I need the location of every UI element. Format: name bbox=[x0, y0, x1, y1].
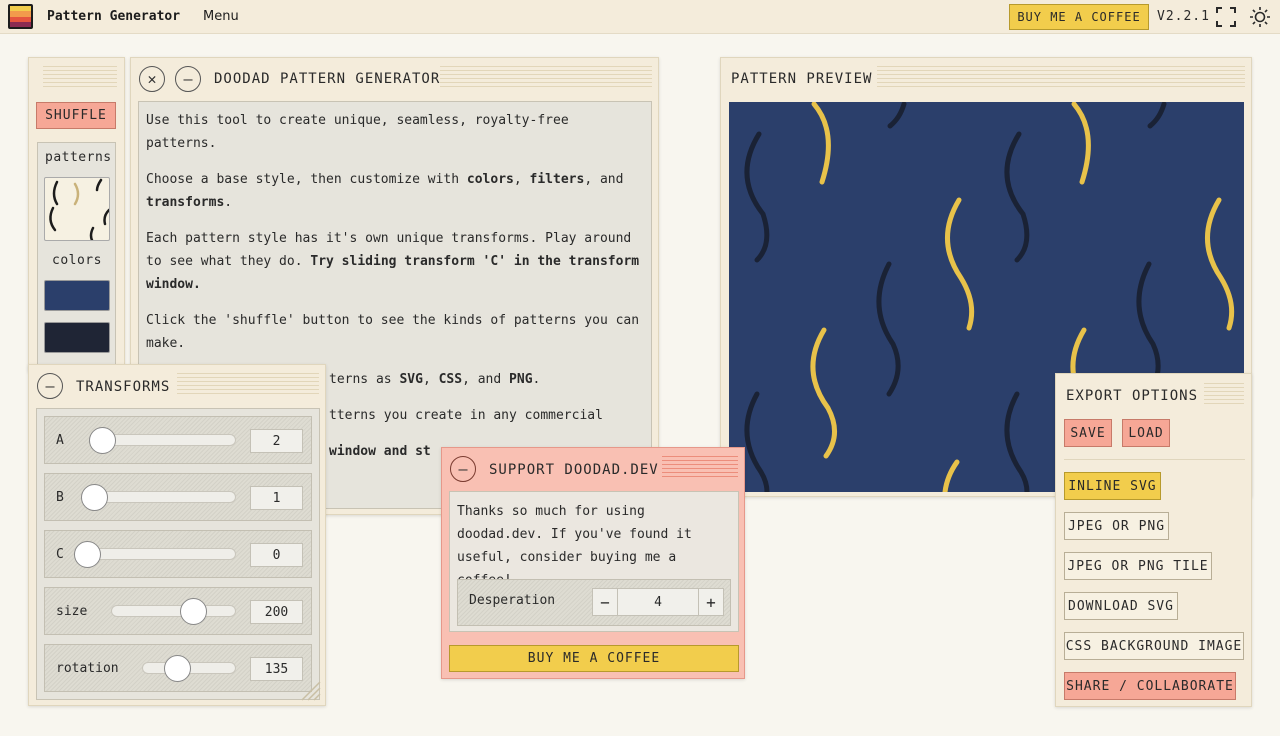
slider-thumb[interactable] bbox=[81, 484, 108, 511]
shuffle-button[interactable]: SHUFFLE bbox=[36, 102, 116, 129]
divider bbox=[1064, 459, 1245, 460]
load-button[interactable]: LOAD bbox=[1122, 419, 1170, 447]
slider-thumb[interactable] bbox=[89, 427, 116, 454]
pattern-thumbnail[interactable] bbox=[44, 177, 110, 241]
download-svg-option[interactable]: DOWNLOAD SVG bbox=[1064, 592, 1178, 620]
fullscreen-icon[interactable] bbox=[1216, 7, 1236, 27]
window-drag-handle[interactable] bbox=[440, 66, 652, 90]
slider-thumb[interactable] bbox=[164, 655, 191, 682]
window-drag-handle[interactable] bbox=[177, 373, 319, 397]
slider-track[interactable] bbox=[111, 605, 236, 617]
preview-title: PATTERN PREVIEW bbox=[731, 71, 873, 87]
minimize-icon: — bbox=[458, 460, 468, 478]
transforms-window: — TRANSFORMS A 2 B 1 C 0 size 200 rotati… bbox=[28, 364, 326, 706]
minimize-button[interactable]: — bbox=[37, 373, 63, 399]
close-icon: ✕ bbox=[147, 70, 157, 88]
jpeg-png-tile-option[interactable]: JPEG OR PNG TILE bbox=[1064, 552, 1212, 580]
intro-paragraph: Use this tool to create unique, seamless… bbox=[146, 113, 569, 151]
support-window: — SUPPORT DOODAD.DEV Thanks so much for … bbox=[441, 447, 745, 679]
transform-value-input[interactable]: 135 bbox=[250, 657, 303, 681]
share-collaborate-option[interactable]: SHARE / COLLABORATE bbox=[1064, 672, 1236, 700]
desperation-value[interactable]: 4 bbox=[618, 588, 698, 616]
sidebar-panel: patterns colors bbox=[37, 142, 116, 372]
desperation-label: Desperation bbox=[469, 593, 556, 608]
inline-svg-option[interactable]: INLINE SVG bbox=[1064, 472, 1161, 500]
menu-link[interactable]: Menu bbox=[203, 9, 239, 24]
logo-icon[interactable] bbox=[8, 4, 33, 29]
support-coffee-button[interactable]: BUY ME A COFFEE bbox=[449, 645, 739, 672]
transform-label: size bbox=[56, 604, 88, 619]
resize-handle-icon[interactable] bbox=[298, 678, 322, 702]
css-background-option[interactable]: CSS BACKGROUND IMAGE bbox=[1064, 632, 1244, 660]
window-drag-handle[interactable] bbox=[43, 66, 117, 90]
minimize-button[interactable]: — bbox=[175, 66, 201, 92]
transform-row-rotation: rotation 135 bbox=[44, 644, 312, 692]
transform-label: rotation bbox=[56, 661, 119, 676]
app-title: Pattern Generator bbox=[47, 9, 181, 24]
save-button[interactable]: SAVE bbox=[1064, 419, 1112, 447]
patterns-label: patterns bbox=[45, 150, 112, 165]
generator-title: DOODAD PATTERN GENERATOR bbox=[214, 71, 441, 87]
transform-value-input[interactable]: 1 bbox=[250, 486, 303, 510]
decrement-button[interactable]: − bbox=[592, 588, 618, 616]
colors-label: colors bbox=[52, 253, 102, 268]
desperation-stepper: Desperation − 4 + bbox=[457, 579, 731, 626]
transform-row-a: A 2 bbox=[44, 416, 312, 464]
sidebar-window: SHUFFLE patterns colors bbox=[28, 57, 125, 372]
transform-row-c: C 0 bbox=[44, 530, 312, 578]
transform-row-size: size 200 bbox=[44, 587, 312, 635]
color-swatch[interactable] bbox=[44, 280, 110, 311]
support-title: SUPPORT DOODAD.DEV bbox=[489, 462, 659, 478]
buy-coffee-button[interactable]: BUY ME A COFFEE bbox=[1009, 4, 1149, 30]
close-button[interactable]: ✕ bbox=[139, 66, 165, 92]
pattern-thumbnail-art bbox=[49, 178, 109, 240]
export-window: EXPORT OPTIONS SAVE LOAD INLINE SVG JPEG… bbox=[1055, 373, 1252, 707]
minimize-icon: — bbox=[45, 377, 55, 395]
transforms-paragraph: Each pattern style has it's own unique t… bbox=[146, 231, 640, 292]
customize-paragraph: Choose a base style, then customize with… bbox=[146, 172, 624, 210]
window-drag-handle[interactable] bbox=[662, 456, 738, 480]
transform-value-input[interactable]: 0 bbox=[250, 543, 303, 567]
logo-stripe bbox=[10, 21, 31, 27]
transform-label: A bbox=[56, 433, 64, 448]
minimize-icon: — bbox=[183, 70, 193, 88]
window-drag-handle[interactable] bbox=[1204, 383, 1244, 407]
slider-thumb[interactable] bbox=[74, 541, 101, 568]
transforms-panel: A 2 B 1 C 0 size 200 rotation 135 bbox=[36, 408, 320, 700]
minimize-button[interactable]: — bbox=[450, 456, 476, 482]
version-label: V2.2.1 bbox=[1157, 9, 1210, 24]
shuffle-paragraph: Click the 'shuffle' button to see the ki… bbox=[146, 313, 640, 351]
increment-button[interactable]: + bbox=[698, 588, 724, 616]
window-drag-handle[interactable] bbox=[877, 66, 1245, 90]
transform-value-input[interactable]: 200 bbox=[250, 600, 303, 624]
top-bar: Pattern Generator Menu BUY ME A COFFEE V… bbox=[0, 0, 1280, 34]
transform-value-input[interactable]: 2 bbox=[250, 429, 303, 453]
sun-icon[interactable] bbox=[1249, 6, 1271, 28]
slider-thumb[interactable] bbox=[180, 598, 207, 625]
transform-label: C bbox=[56, 547, 64, 562]
support-panel: Thanks so much for using doodad.dev. If … bbox=[449, 491, 739, 632]
jpeg-png-option[interactable]: JPEG OR PNG bbox=[1064, 512, 1169, 540]
transform-row-b: B 1 bbox=[44, 473, 312, 521]
minus-icon: − bbox=[600, 592, 610, 612]
export-title: EXPORT OPTIONS bbox=[1066, 388, 1199, 404]
plus-icon: + bbox=[706, 592, 716, 612]
color-swatch[interactable] bbox=[44, 322, 110, 353]
transform-label: B bbox=[56, 490, 64, 505]
transforms-title: TRANSFORMS bbox=[76, 379, 171, 395]
